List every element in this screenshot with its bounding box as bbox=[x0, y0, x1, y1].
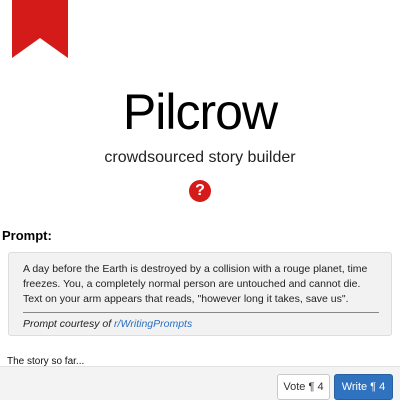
prompt-text: A day before the Earth is destroyed by a… bbox=[23, 263, 368, 305]
bookmark-ribbon-icon bbox=[12, 0, 68, 58]
prompt-box: A day before the Earth is destroyed by a… bbox=[8, 252, 392, 336]
help-icon[interactable]: ? bbox=[189, 180, 211, 202]
write-button[interactable]: Write ¶ 4 bbox=[334, 374, 393, 400]
app-subtitle: crowdsourced story builder bbox=[104, 149, 296, 166]
prompt-credit-prefix: Prompt courtesy of bbox=[23, 318, 115, 330]
writingprompts-link[interactable]: r/WritingPrompts bbox=[114, 318, 192, 330]
prompt-divider bbox=[23, 312, 379, 313]
bookmark-ribbon-shape bbox=[12, 0, 68, 58]
prompt-heading: Prompt: bbox=[2, 228, 52, 243]
prompt-credit: Prompt courtesy of r/WritingPrompts bbox=[23, 318, 381, 330]
footer-bar: Vote ¶ 4 Write ¶ 4 bbox=[0, 366, 400, 400]
vote-button[interactable]: Vote ¶ 4 bbox=[277, 374, 330, 400]
app-title: Pilcrow bbox=[122, 84, 278, 140]
header: Pilcrow crowdsourced story builder ? bbox=[0, 84, 400, 202]
